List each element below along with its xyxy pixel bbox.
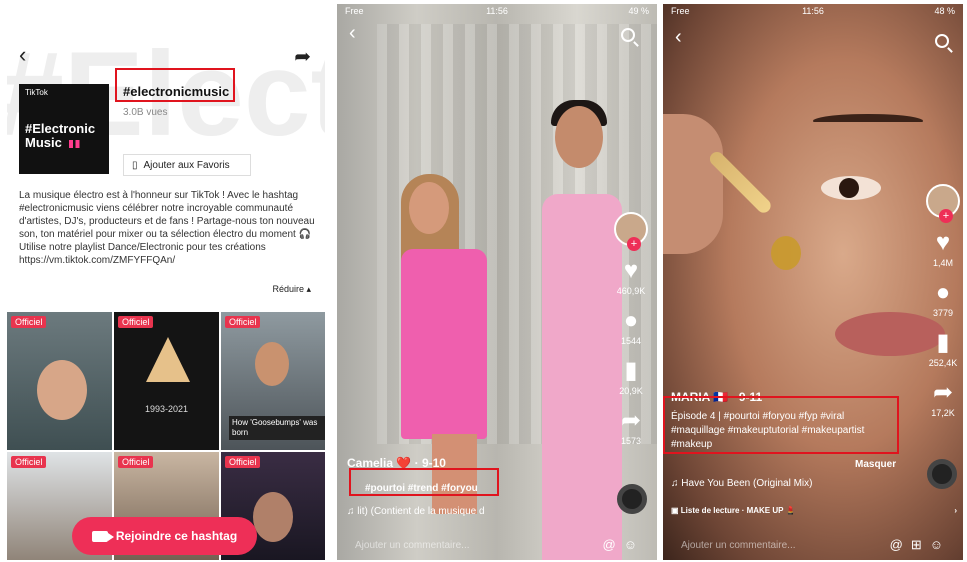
bookmark-icon[interactable]: ▮ — [609, 358, 653, 384]
action-rail: + ♥ 460,9K ● 1544 ▮ 20,9K ➦ 1573 — [609, 212, 653, 446]
triangle-logo-icon — [146, 337, 190, 382]
thumbnail-face — [255, 342, 289, 386]
hashtag-description: La musique électro est à l'honneur sur T… — [19, 190, 315, 266]
heart-icon[interactable]: ♥ — [921, 230, 963, 256]
battery-label: 48 % — [934, 6, 955, 16]
comment-bar[interactable]: Ajouter un commentaire... @☺ — [337, 530, 657, 560]
gift-icon[interactable]: ⊞ — [911, 537, 930, 552]
join-hashtag-label: Rejoindre ce hashtag — [115, 529, 238, 543]
highlight-box — [115, 68, 235, 102]
comment-icon[interactable]: ● — [921, 280, 963, 306]
creator-avatar[interactable]: + — [614, 212, 648, 251]
follow-plus-icon[interactable]: + — [627, 237, 641, 251]
video-tile[interactable]: Officiel — [7, 312, 112, 450]
battery-label: 49 % — [628, 6, 649, 16]
music-title: Have You Been (Original Mix) — [681, 478, 813, 489]
video-tile[interactable]: Officiel 1993-2021 — [114, 312, 219, 450]
save-count: 20,9K — [619, 386, 643, 396]
back-arrow-icon[interactable]: ‹ — [675, 26, 682, 49]
music-note-icon: ♫ — [671, 478, 682, 489]
view-count: 3.0B vues — [123, 107, 168, 118]
video-subject — [401, 249, 487, 439]
official-badge: Officiel — [118, 456, 154, 468]
status-bar: Free 11:56 49 % — [337, 4, 657, 20]
favorites-label: Ajouter aux Favoris — [143, 159, 230, 171]
reduce-link[interactable]: Réduire ▴ — [272, 284, 311, 295]
comment-icon[interactable]: ● — [609, 308, 653, 334]
heart-icon[interactable]: ♥ — [609, 258, 653, 284]
video-subject — [821, 176, 881, 200]
video-subject — [663, 114, 723, 254]
share-icon[interactable]: ➦ — [921, 380, 963, 406]
video-hashtags[interactable]: Épisode 4 | #pourtoi #foryou #fyp #viral… — [671, 410, 899, 452]
search-icon[interactable] — [621, 28, 635, 42]
share-icon[interactable]: ➦ — [294, 44, 311, 69]
equalizer-icon — [69, 140, 83, 148]
official-badge: Officiel — [225, 316, 261, 328]
hashtag-cover-image: TikTok #Electronic Music — [19, 84, 109, 174]
playlist-label: Liste de lecture · MAKE UP 💄 — [680, 506, 796, 515]
join-hashtag-button[interactable]: Rejoindre ce hashtag — [72, 517, 257, 555]
official-badge: Officiel — [225, 456, 261, 468]
video-feed-screen-1: Free 11:56 49 % ‹ + ♥ 460,9K ● 1544 ▮ 20… — [337, 4, 657, 560]
camera-icon — [91, 530, 114, 542]
chevron-right-icon: › — [954, 506, 957, 515]
add-to-favorites-button[interactable]: ▯ Ajouter aux Favoris — [123, 154, 251, 176]
mention-icon[interactable]: @ — [603, 537, 624, 552]
search-icon[interactable] — [935, 34, 949, 48]
like-count: 1,4M — [932, 258, 953, 268]
playlist-icon: ▣ — [671, 506, 681, 515]
follow-plus-icon[interactable]: + — [939, 209, 953, 223]
comment-input[interactable]: Ajouter un commentaire... — [355, 540, 470, 551]
thumbnail-face — [253, 492, 293, 542]
like-count: 460,9K — [616, 286, 646, 296]
official-badge: Officiel — [118, 316, 154, 328]
tiktok-logo: TikTok — [25, 88, 48, 97]
music-label[interactable]: ♫ lit) (Contient de la musique d — [347, 506, 485, 517]
video-subject — [555, 106, 603, 168]
share-count: 1573 — [620, 436, 642, 446]
video-subject — [813, 114, 923, 128]
video-feed-screen-2: Free 11:56 48 % ‹ + ♥ 1,4M ● 3779 ▮ 252,… — [663, 4, 963, 560]
save-count: 252,4K — [928, 358, 958, 368]
back-arrow-icon[interactable]: ‹ — [349, 22, 356, 45]
bookmark-icon[interactable]: ▮ — [921, 330, 963, 356]
official-badge: Officiel — [11, 456, 47, 468]
status-bar: Free 11:56 48 % — [663, 4, 963, 20]
hashtag-page-screen: #Elect ‹ ➦ TikTok #Electronic Music #ele… — [7, 4, 325, 560]
clock: 11:56 — [486, 6, 508, 16]
clock: 11:56 — [802, 6, 824, 16]
video-hashtags[interactable]: #pourtoi #trend #foryou — [365, 482, 478, 496]
video-subject — [409, 182, 449, 234]
back-arrow-icon[interactable]: ‹ — [19, 42, 26, 68]
share-icon[interactable]: ➦ — [609, 408, 653, 434]
hide-caption-button[interactable]: Masquer — [855, 459, 896, 470]
share-count: 17,2K — [931, 408, 955, 418]
cover-title: #Electronic Music — [25, 121, 96, 150]
music-note-icon: ♫ — [347, 506, 358, 517]
thumbnail-face — [37, 360, 87, 420]
tile-caption: 1993-2021 — [144, 404, 189, 414]
video-subject — [771, 236, 801, 270]
comment-bar[interactable]: Ajouter un commentaire... @⊞☺ — [663, 530, 963, 560]
comment-actions: @⊞☺ — [890, 537, 951, 553]
comment-actions: @☺ — [603, 537, 645, 552]
bookmark-icon: ▯ — [132, 159, 138, 171]
comment-count: 1544 — [620, 336, 642, 346]
mention-icon[interactable]: @ — [890, 537, 911, 552]
playlist-bar[interactable]: ▣ Liste de lecture · MAKE UP 💄 › — [671, 506, 963, 515]
tile-caption: How 'Goosebumps' was born — [229, 416, 325, 440]
action-rail: + ♥ 1,4M ● 3779 ▮ 252,4K ➦ 17,2K — [921, 184, 963, 418]
creator-avatar[interactable]: + — [926, 184, 960, 223]
official-badge: Officiel — [11, 316, 47, 328]
comment-input[interactable]: Ajouter un commentaire... — [681, 540, 796, 551]
music-label[interactable]: ♫ Have You Been (Original Mix) — [671, 478, 812, 489]
emoji-icon[interactable]: ☺ — [930, 537, 951, 552]
emoji-icon[interactable]: ☺ — [624, 537, 645, 552]
music-disc-icon[interactable] — [617, 484, 647, 514]
music-disc-icon[interactable] — [927, 459, 957, 489]
comment-count: 3779 — [932, 308, 954, 318]
video-tile[interactable]: Officiel How 'Goosebumps' was born — [221, 312, 325, 450]
music-title: lit) (Contient de la musique d — [357, 506, 485, 517]
